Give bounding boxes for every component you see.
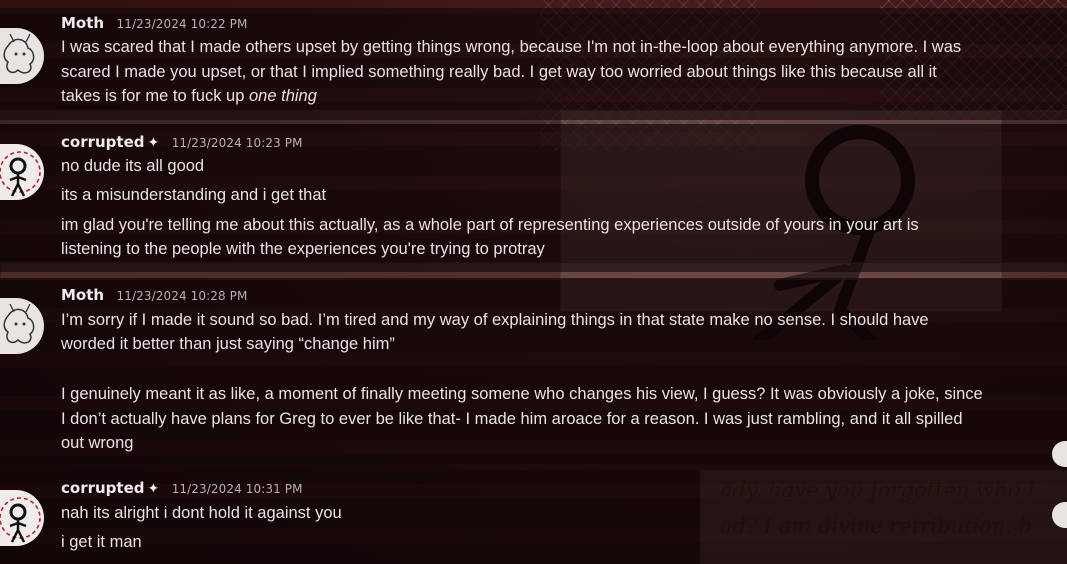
sparkle-badge-icon: ✦ <box>147 480 160 496</box>
message-text-line: worded it better than just saying “chang… <box>61 335 395 353</box>
message-text-line: i get it man <box>61 533 142 551</box>
sparkle-badge-icon: ✦ <box>147 134 160 150</box>
chat-message-list: Moth 11/23/2024 10:22 PM I was scared th… <box>0 0 1067 564</box>
message-header: Moth 11/23/2024 10:22 PM <box>61 13 247 34</box>
moth-doodle-avatar-icon[interactable] <box>0 298 44 354</box>
message-group: Moth 11/23/2024 10:28 PM I’m sorry if I … <box>0 278 1067 464</box>
message-text-line: I genuinely meant it as like, a moment o… <box>61 385 983 403</box>
italic-emphasis-text: one thing <box>249 87 317 105</box>
message-text-line: im glad you're telling me about this act… <box>61 216 919 234</box>
stick-figure-avatar-icon[interactable] <box>0 490 44 546</box>
message-header: corrupted ✦ 11/23/2024 10:31 PM <box>61 478 303 499</box>
timestamp[interactable]: 11/23/2024 10:23 PM <box>172 136 303 150</box>
message-text-line: I don’t actually have plans for Greg to … <box>61 410 963 428</box>
message-header: corrupted ✦ 11/23/2024 10:23 PM <box>61 132 303 153</box>
username[interactable]: Moth <box>61 14 104 32</box>
message-text-line: I’m sorry if I made it sound so bad. I’m… <box>61 311 929 329</box>
message-text-segment: takes is for me to fuck up <box>61 87 249 105</box>
message-text-line: nah its alright i dont hold it against y… <box>61 504 342 522</box>
timestamp[interactable]: 11/23/2024 10:22 PM <box>117 17 248 31</box>
message-text-line: scared I made you upset, or that I impli… <box>61 63 937 81</box>
moth-doodle-avatar-icon[interactable] <box>0 28 44 84</box>
timestamp[interactable]: 11/23/2024 10:28 PM <box>117 289 248 303</box>
username[interactable]: corrupted <box>61 133 145 151</box>
message-text-line: listening to the people with the experie… <box>61 240 545 258</box>
message-text-line: out wrong <box>61 434 134 452</box>
stick-figure-avatar-icon[interactable] <box>0 144 44 200</box>
username[interactable]: corrupted <box>61 479 145 497</box>
message-text-line: I was scared that I made others upset by… <box>61 38 962 56</box>
timestamp[interactable]: 11/23/2024 10:31 PM <box>172 482 303 496</box>
message-group: Moth 11/23/2024 10:22 PM I was scared th… <box>0 8 1067 120</box>
message-text-line: takes is for me to fuck up one thing <box>61 84 1061 109</box>
message-header: Moth 11/23/2024 10:28 PM <box>61 285 247 306</box>
username[interactable]: Moth <box>61 286 104 304</box>
message-group: corrupted ✦ 11/23/2024 10:31 PM nah its a… <box>0 470 1067 564</box>
message-text-line: its a misunderstanding and i get that <box>61 186 327 204</box>
message-group: corrupted ✦ 11/23/2024 10:23 PM no dude i… <box>0 124 1067 272</box>
message-text-line: no dude its all good <box>61 157 205 175</box>
